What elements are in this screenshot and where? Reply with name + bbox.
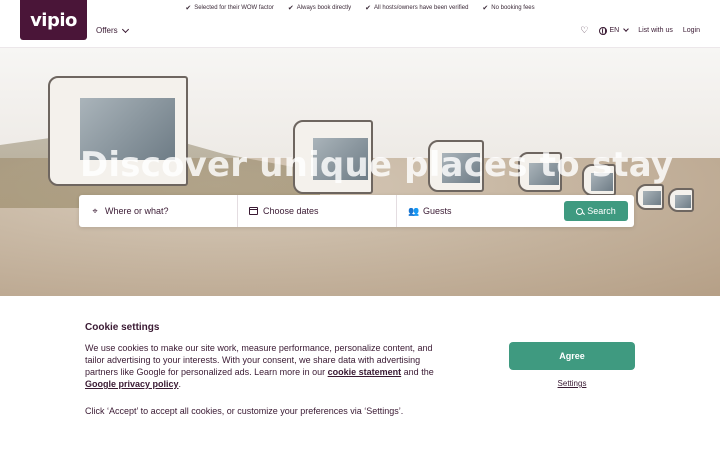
guests-field[interactable]: 👥 Guests — [397, 195, 562, 227]
chevron-down-icon — [623, 26, 630, 32]
site-header: Offers ♡ EN List with us Login — [0, 16, 720, 48]
hero-section: Discover unique places to stay — [0, 48, 720, 296]
checkmark-icon: ✔ — [365, 5, 372, 12]
usp-item: ✔ All hosts/owners have been verified — [365, 4, 468, 12]
usp-label: Selected for their WOW factor — [194, 5, 274, 11]
search-button[interactable]: Search — [564, 201, 628, 221]
globe-icon — [598, 26, 607, 35]
language-selector[interactable]: EN — [598, 26, 630, 35]
checkmark-icon: ✔ — [287, 5, 294, 12]
offers-menu[interactable]: Offers — [96, 25, 129, 35]
offers-label: Offers — [96, 26, 118, 35]
language-label: EN — [609, 27, 620, 34]
usp-bar: ✔ Selected for their WOW factor ✔ Always b… — [0, 0, 720, 16]
checkmark-icon: ✔ — [482, 5, 489, 12]
cookie-statement-link[interactable]: cookie statement — [328, 367, 402, 377]
usp-label: All hosts/owners have been verified — [374, 5, 469, 11]
login-link[interactable]: Login — [683, 27, 700, 34]
logo[interactable]: vipio — [20, 0, 87, 40]
dates-placeholder: Choose dates — [263, 206, 319, 216]
guests-placeholder: Guests — [423, 206, 452, 216]
usp-label: No booking fees — [491, 5, 535, 11]
logo-text: vipio — [30, 9, 77, 31]
usp-item: ✔ No booking fees — [482, 4, 534, 12]
cookie-description: We use cookies to make our site work, me… — [85, 342, 445, 390]
cookie-settings-link[interactable]: Settings — [509, 379, 635, 388]
cookie-note: Click ‘Accept’ to accept all cookies, or… — [85, 406, 404, 416]
hero-house-image — [636, 184, 664, 210]
dates-field[interactable]: Choose dates — [238, 195, 397, 227]
cookie-banner: Cookie settings We use cookies to make o… — [0, 296, 720, 450]
people-icon: 👥 — [408, 205, 420, 216]
search-button-label: Search — [587, 206, 616, 216]
calendar-icon — [249, 207, 258, 215]
cookie-title: Cookie settings — [85, 322, 160, 333]
cookie-text: and the — [401, 367, 434, 377]
search-icon — [576, 207, 584, 215]
google-privacy-link[interactable]: Google privacy policy — [85, 379, 179, 389]
usp-item: ✔ Always book directly — [288, 4, 351, 12]
search-bar: ⌖ Where or what? Choose dates 👥 Guests S… — [79, 195, 634, 227]
cookie-text: . — [178, 379, 182, 389]
usp-item: ✔ Selected for their WOW factor — [185, 4, 274, 12]
list-with-us-link[interactable]: List with us — [638, 27, 673, 34]
usp-label: Always book directly — [296, 5, 352, 11]
hero-house-image — [668, 188, 694, 212]
where-placeholder: Where or what? — [105, 206, 169, 216]
header-actions: ♡ EN List with us Login — [580, 26, 700, 35]
hero-title: Discover unique places to stay — [80, 145, 674, 185]
map-pin-icon: ⌖ — [92, 205, 98, 216]
heart-icon[interactable]: ♡ — [580, 26, 588, 35]
checkmark-icon: ✔ — [185, 5, 192, 12]
chevron-down-icon — [121, 25, 129, 33]
agree-button[interactable]: Agree — [509, 342, 635, 370]
where-field[interactable]: ⌖ Where or what? — [79, 195, 238, 227]
